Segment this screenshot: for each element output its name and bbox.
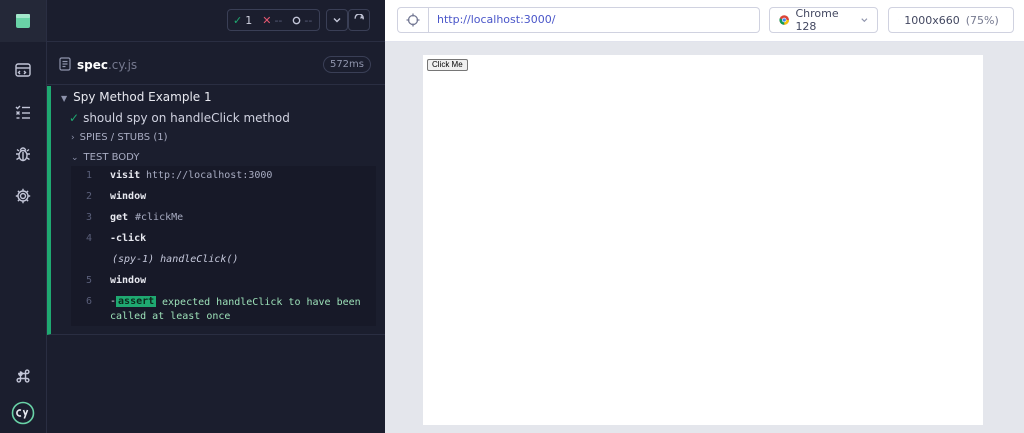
spies-stubs-section[interactable]: › SPIES / STUBS (1) (71, 132, 167, 143)
chevron-down-icon (333, 18, 341, 23)
test-title[interactable]: ✓ should spy on handleClick method (69, 111, 290, 125)
chevron-right-icon: › (71, 133, 75, 143)
reporter-panel: ✓ 1 ✕ -- -- spec.cy.js 572ms ▼ Spy Method… (47, 0, 385, 433)
document-icon (59, 57, 71, 71)
runs-icon (15, 105, 30, 119)
command-row[interactable]: 4 -click (71, 229, 376, 250)
check-icon: ✓ (69, 111, 80, 125)
project-icon (16, 14, 30, 28)
nav-shortcuts[interactable] (0, 356, 46, 396)
viewport-selector[interactable]: 1000x660 (75%) (888, 7, 1014, 33)
gear-icon (15, 188, 31, 204)
nav-debug[interactable] (0, 134, 46, 174)
spec-row: spec.cy.js 572ms (47, 43, 385, 85)
command-row[interactable]: 3 get #clickMe (71, 208, 376, 229)
stat-failed: ✕ -- (262, 13, 283, 27)
suite-block: ▼ Spy Method Example 1 ✓ should spy on han… (47, 86, 385, 335)
rerun-tests-button[interactable] (348, 9, 370, 31)
command-row[interactable]: 5 window (71, 271, 376, 292)
event-row[interactable]: (spy-1) handleClick() (71, 250, 376, 271)
nav-cypress-logo[interactable] (0, 393, 46, 433)
assert-row[interactable]: 6 - assert expected handleClick to have b… (71, 292, 376, 326)
command-row[interactable]: 2 window (71, 187, 376, 208)
chevron-down-icon: ⌄ (71, 153, 79, 163)
browser-selector[interactable]: Chrome 128 (769, 7, 878, 33)
spec-duration: 572ms (322, 56, 371, 73)
suite-title[interactable]: ▼ Spy Method Example 1 (61, 90, 212, 104)
command-key-icon (16, 369, 30, 383)
crosshair-icon (406, 13, 420, 27)
x-icon: ✕ (262, 13, 272, 27)
nav-rail (0, 0, 47, 433)
chevron-down-icon (861, 18, 868, 23)
url-bar[interactable]: http://localhost:3000/ (429, 7, 760, 33)
nav-settings[interactable] (0, 176, 46, 216)
nav-runs[interactable] (0, 92, 46, 132)
aut-toolbar: http://localhost:3000/ Chrome 128 1000x6… (385, 0, 1024, 42)
reporter-header: ✓ 1 ✕ -- -- (47, 0, 385, 42)
stat-passed: ✓ 1 (233, 13, 253, 27)
specs-icon (15, 63, 31, 77)
reload-icon (354, 14, 364, 20)
nav-specs[interactable] (0, 50, 46, 90)
check-icon: ✓ (233, 13, 243, 27)
pending-icon (293, 16, 301, 24)
test-body-section[interactable]: ⌄ TEST BODY (71, 152, 139, 163)
bug-icon (16, 147, 30, 162)
assert-badge: assert (116, 296, 157, 307)
triangle-down-icon: ▼ (61, 94, 68, 103)
command-row[interactable]: 1 visit http://localhost:3000 (71, 166, 376, 187)
toggle-auto-scroll-button[interactable] (326, 9, 348, 31)
command-log: 1 visit http://localhost:3000 2 window 3… (71, 166, 376, 326)
chrome-icon (779, 15, 790, 25)
stat-pending: -- (287, 14, 317, 27)
test-stats: ✓ 1 ✕ -- -- (227, 9, 320, 31)
selector-playground-button[interactable] (397, 7, 429, 33)
aut-iframe: Click Me (423, 55, 983, 425)
cypress-logo-icon (11, 401, 35, 425)
nav-project[interactable] (0, 0, 46, 42)
spec-name: spec.cy.js (77, 58, 138, 72)
click-me-button[interactable]: Click Me (427, 59, 468, 71)
